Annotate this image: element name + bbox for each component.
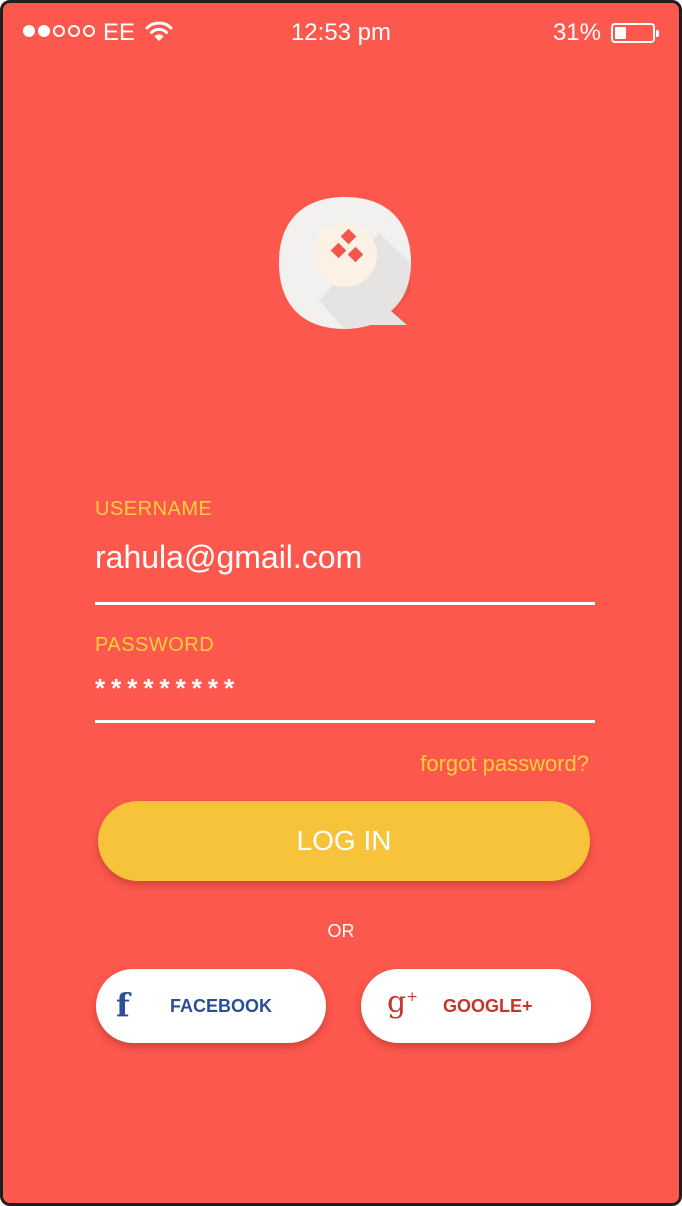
- google-plus-login-button[interactable]: g+ GOOGLE+: [361, 969, 591, 1043]
- forgot-password-link[interactable]: forgot password?: [420, 751, 589, 777]
- password-input[interactable]: [95, 671, 595, 723]
- password-label: PASSWORD: [95, 634, 215, 656]
- battery-percent: 31%: [552, 19, 601, 46]
- status-bar: EE 12:53 pm 31%: [3, 3, 679, 63]
- or-divider-text: OR: [327, 921, 355, 941]
- battery-level-fill: [615, 27, 626, 39]
- phone-screen: EE 12:53 pm 31% USERNAME PASSWORD forgot…: [0, 0, 682, 1206]
- chat-bubble-logo-icon: [279, 197, 411, 329]
- login-button[interactable]: LOG IN: [98, 801, 590, 881]
- facebook-icon: f: [116, 986, 130, 1024]
- google-plus-label: GOOGLE+: [443, 996, 533, 1016]
- username-label: USERNAME: [95, 498, 213, 520]
- facebook-login-button[interactable]: f FACEBOOK: [96, 969, 326, 1043]
- google-plus-icon: g+: [387, 985, 418, 1020]
- battery-icon: [611, 23, 659, 43]
- username-input[interactable]: [95, 535, 595, 605]
- facebook-label: FACEBOOK: [170, 996, 273, 1016]
